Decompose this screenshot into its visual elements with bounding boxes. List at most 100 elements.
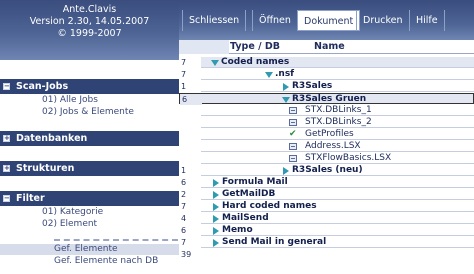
collapse-icon[interactable]: − — [3, 195, 10, 202]
row-name: Coded names — [221, 57, 290, 67]
row-count — [179, 141, 201, 152]
triangle-down-icon[interactable] — [211, 60, 219, 66]
tree-row[interactable]: 7 Coded names — [179, 57, 474, 68]
triangle-right-icon[interactable] — [213, 191, 219, 199]
sidebar: Ante.Clavis Version 2.30, 14.05.2007 © 1… — [0, 0, 179, 274]
tree-row[interactable]: STX.DBLinks_1 — [179, 105, 474, 116]
row-count — [179, 105, 201, 116]
triangle-right-icon[interactable] — [213, 239, 219, 247]
tree-row[interactable]: Address.LSX — [179, 141, 474, 152]
row-name: Memo — [222, 225, 253, 235]
section-scan-jobs[interactable]: − Scan-Jobs — [0, 79, 179, 94]
row-header-corner — [179, 40, 229, 54]
document-icon — [289, 119, 297, 126]
total-count: 39 — [179, 249, 201, 260]
tree-row[interactable]: 1 R3Sales — [179, 81, 474, 92]
nav-item-element[interactable]: 02) Element — [0, 219, 179, 230]
tree-row[interactable]: STX.DBLinks_2 — [179, 117, 474, 128]
column-type-db[interactable]: Type / DB — [230, 40, 280, 54]
row-name: MailSend — [222, 213, 269, 223]
triangle-right-icon[interactable] — [283, 83, 289, 91]
total-row: 39 — [179, 249, 474, 260]
tree-row[interactable]: 2 GetMailDB — [179, 189, 474, 200]
separator — [54, 239, 178, 241]
checkmark-icon: ✔ — [289, 129, 297, 139]
drucken-button[interactable]: Drucken — [356, 10, 410, 31]
tree-row[interactable]: STXFlowBasics.LSX — [179, 153, 474, 164]
row-name: Address.LSX — [305, 141, 361, 151]
nav-item-gef-elemente[interactable]: Gef. Elemente — [0, 244, 179, 255]
triangle-right-icon[interactable] — [213, 227, 219, 235]
row-count: 7 — [179, 57, 201, 68]
oeffnen-button[interactable]: Öffnen — [252, 10, 298, 31]
section-label: Filter — [16, 193, 45, 204]
row-count: 7 — [179, 201, 201, 212]
section-label: Strukturen — [16, 163, 75, 174]
section-datenbanken[interactable]: + Datenbanken — [0, 131, 179, 146]
row-count — [179, 153, 201, 164]
section-label: Datenbanken — [16, 133, 88, 144]
row-name: GetMailDB — [222, 189, 276, 199]
tree-row[interactable]: 1 R3Sales (neu) — [179, 165, 474, 176]
expand-icon[interactable]: + — [3, 135, 10, 142]
row-name: R3Sales (neu) — [292, 165, 363, 175]
tree-row[interactable]: 6 Memo — [179, 225, 474, 236]
app-copyright: © 1999-2007 — [57, 28, 122, 39]
app-brand: Ante.Clavis Version 2.30, 14.05.2007 © 1… — [0, 0, 179, 60]
row-count — [179, 117, 201, 128]
section-strukturen[interactable]: + Strukturen — [0, 161, 179, 176]
row-count: 1 — [179, 81, 201, 92]
hilfe-button[interactable]: Hilfe — [409, 10, 445, 31]
document-icon — [289, 143, 297, 150]
row-name: GetProfiles — [305, 129, 354, 139]
document-icon — [289, 155, 297, 162]
tree-row[interactable]: ✔ GetProfiles — [179, 129, 474, 140]
row-count: 6 — [179, 177, 201, 188]
row-name: Formula Mail — [222, 177, 288, 187]
collapse-icon[interactable]: − — [3, 83, 10, 90]
row-count: 6 — [179, 225, 201, 236]
dokument-button[interactable]: Dokument — [297, 10, 361, 31]
tree-row[interactable]: 4 MailSend — [179, 213, 474, 224]
row-name: R3Sales — [292, 81, 333, 91]
section-label: Scan-Jobs — [16, 81, 69, 92]
app-name: Ante.Clavis — [62, 4, 117, 15]
triangle-right-icon[interactable] — [213, 203, 219, 211]
nav-item-jobs-elemente[interactable]: 02) Jobs & Elemente — [0, 107, 179, 118]
app-version: Version 2.30, 14.05.2007 — [29, 16, 150, 27]
row-name: Hard coded names — [222, 201, 317, 211]
triangle-down-icon[interactable] — [265, 72, 273, 78]
triangle-right-icon[interactable] — [213, 179, 219, 187]
row-count — [179, 129, 201, 140]
document-icon — [289, 107, 297, 114]
tree-row[interactable]: 7 .nsf — [179, 69, 474, 80]
row-count: 7 — [179, 69, 201, 80]
triangle-right-icon[interactable] — [213, 215, 219, 223]
row-count: 7 — [179, 237, 201, 248]
section-filter[interactable]: − Filter — [0, 191, 179, 206]
tree-row[interactable]: 6 Formula Mail — [179, 177, 474, 188]
row-name: STXFlowBasics.LSX — [305, 153, 392, 163]
tree-row-selected[interactable]: 6 R3Sales Gruen — [179, 93, 474, 105]
nav-item-alle-jobs[interactable]: 01) Alle Jobs — [0, 95, 179, 106]
results-grid: Type / DB Name 7 Coded names 7 .nsf 1 R3… — [179, 40, 474, 274]
row-name: R3Sales Gruen — [292, 94, 367, 104]
row-name: STX.DBLinks_1 — [305, 105, 372, 115]
row-count: 4 — [179, 213, 201, 224]
column-name[interactable]: Name — [314, 40, 345, 54]
row-name: Send Mail in general — [222, 237, 327, 247]
row-count: 2 — [179, 189, 201, 200]
row-count: 6 — [180, 94, 202, 105]
grid-header: Type / DB Name — [179, 40, 474, 54]
expand-icon[interactable]: + — [3, 165, 10, 172]
tree-row[interactable]: 7 Send Mail in general — [179, 237, 474, 248]
triangle-right-icon[interactable] — [283, 167, 289, 175]
triangle-down-icon[interactable] — [282, 97, 290, 103]
nav-item-gef-elemente-nach-db[interactable]: Gef. Elemente nach DB — [0, 256, 179, 267]
nav-item-kategorie[interactable]: 01) Kategorie — [0, 207, 179, 218]
tree-row[interactable]: 7 Hard coded names — [179, 201, 474, 212]
row-count: 1 — [179, 165, 201, 176]
schliessen-button[interactable]: Schliessen — [182, 10, 247, 31]
toolbar: Schliessen Öffnen Dokument Drucken Hilfe — [179, 0, 474, 40]
row-name: STX.DBLinks_2 — [305, 117, 372, 127]
